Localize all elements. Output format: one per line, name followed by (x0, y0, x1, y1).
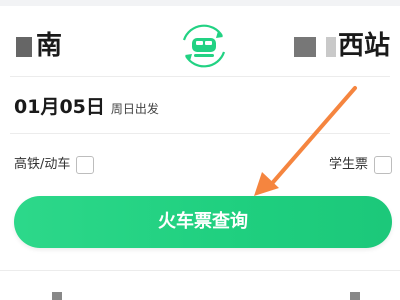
footer-icon-right (350, 292, 360, 300)
station-row: 南 西站 (0, 6, 400, 78)
departure-date[interactable]: 01月05日 周日出发 (14, 92, 159, 119)
train-ticket-search-button[interactable]: 火车票查询 (14, 196, 392, 248)
student-label: 学生票 (328, 157, 368, 172)
divider (10, 76, 390, 77)
swap-stations-button[interactable] (172, 14, 236, 78)
redacted-text (293, 36, 316, 57)
highspeed-option[interactable]: 高铁/动车 (14, 155, 95, 175)
redacted-text (16, 36, 32, 57)
departure-station[interactable]: 南 (16, 28, 62, 64)
train-swap-icon (182, 24, 226, 68)
divider (10, 133, 390, 134)
footer-icon-left (52, 292, 62, 300)
arrival-station[interactable]: 西站 (293, 28, 390, 64)
highspeed-checkbox[interactable] (76, 155, 95, 174)
divider (0, 270, 400, 271)
highspeed-label: 高铁/动车 (14, 157, 71, 172)
student-checkbox[interactable] (374, 155, 392, 174)
date-value: 01月05日 (14, 96, 105, 118)
student-option[interactable]: 学生票 (329, 155, 392, 175)
weekday-note: 周日出发 (110, 102, 159, 116)
arrival-station-label: 西站 (337, 31, 390, 61)
redacted-text (325, 36, 336, 57)
departure-station-label: 南 (36, 31, 63, 61)
